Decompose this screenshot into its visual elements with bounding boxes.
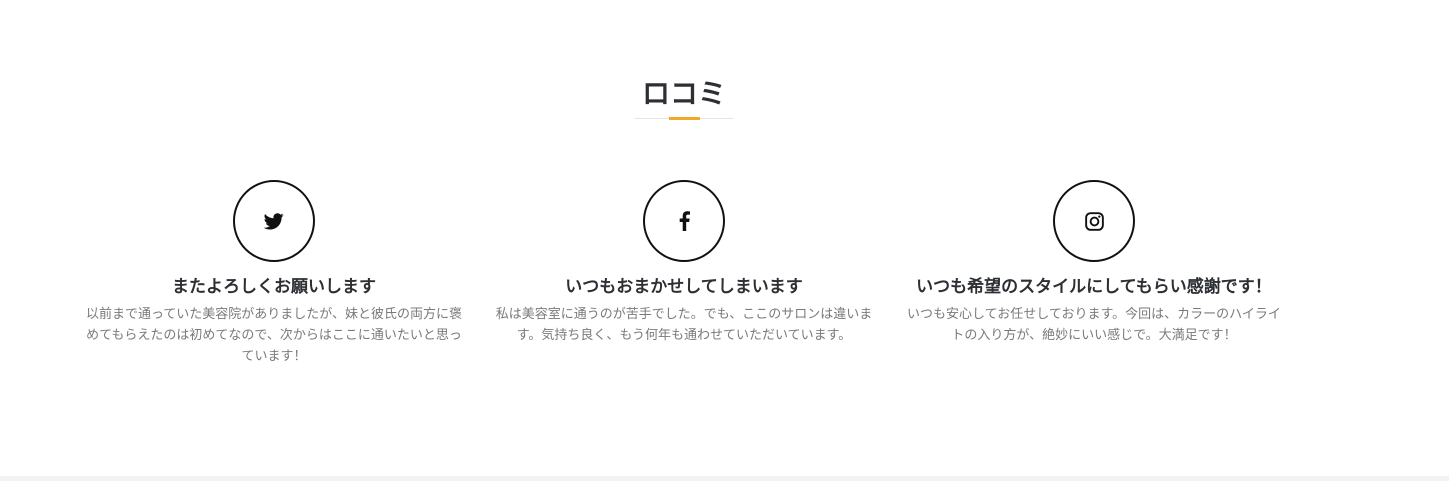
review-title: いつも希望のスタイルにしてもらい感謝です！ — [916, 277, 1272, 297]
twitter-icon-button[interactable] — [233, 180, 315, 262]
section-title: ロコミ — [641, 77, 726, 110]
review-card-2: いつもおまかせしてしまいます 私は美容室に通うのが苦手でした。でも、ここのサロン… — [494, 180, 874, 346]
review-text: 私は美容室に通うのが苦手でした。でも、ここのサロンは違います。気持ち良く、もう何… — [495, 307, 873, 343]
twitter-icon — [264, 212, 284, 229]
review-text: 以前まで通っていた美容院がありましたが、妹と彼氏の両方に褒めてもらえたのは初めて… — [85, 307, 463, 364]
review-title: またよろしくお願いします — [172, 277, 376, 297]
review-card-1: またよろしくお願いします 以前まで通っていた美容院がありましたが、妹と彼氏の両方… — [84, 180, 464, 367]
review-title: いつもおまかせしてしまいます — [565, 277, 803, 297]
review-text: いつも安心してお任せしております。今回は、カラーのハイライトの入り方が、絶妙にい… — [907, 307, 1281, 343]
title-accent-bar — [669, 117, 700, 120]
instagram-icon — [1084, 211, 1104, 231]
facebook-icon — [679, 211, 690, 231]
footer-divider-strip — [0, 476, 1449, 481]
facebook-icon-button[interactable] — [643, 180, 725, 262]
instagram-icon-button[interactable] — [1053, 180, 1135, 262]
review-card-3: いつも希望のスタイルにしてもらい感謝です！ いつも安心してお任せしております。今… — [904, 180, 1284, 346]
